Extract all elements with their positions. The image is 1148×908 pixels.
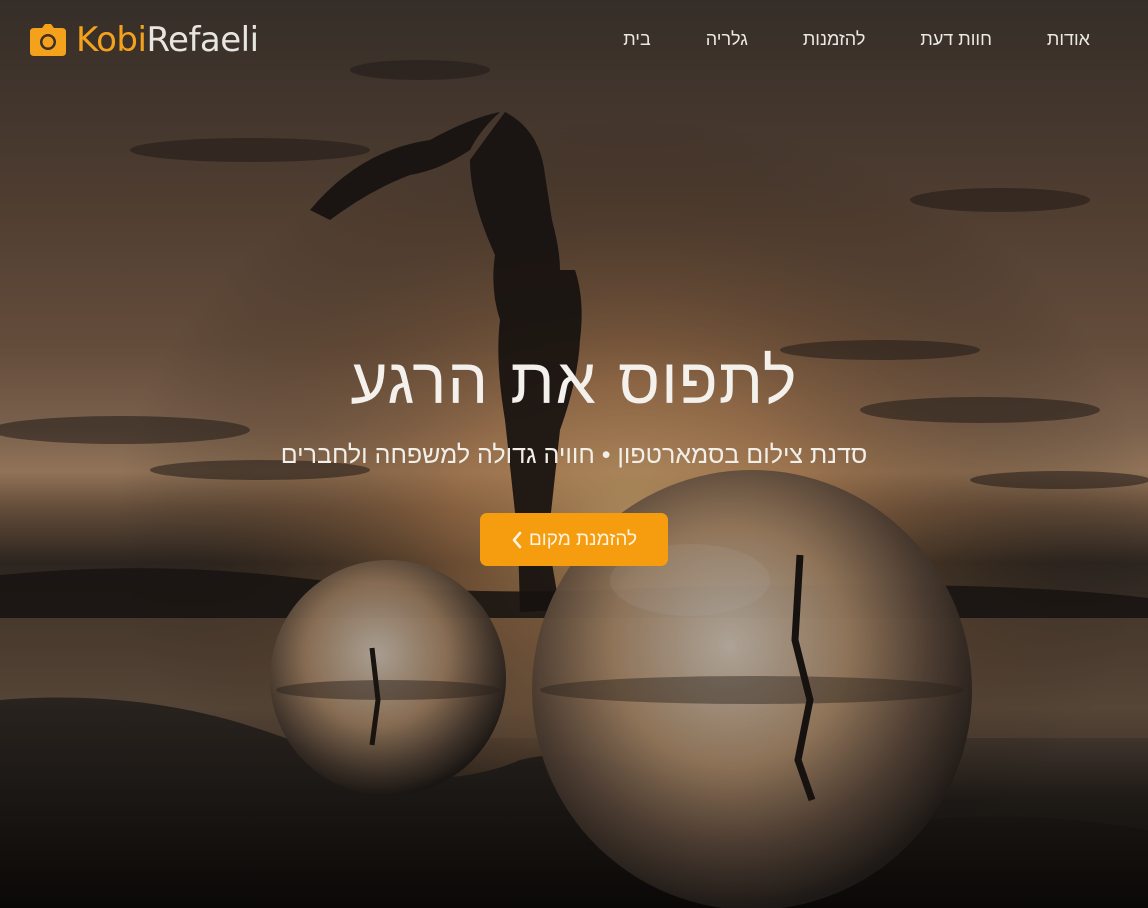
hero-section: KobiRefaeli בית גלריה להזמנות חוות דעת א… <box>0 0 1148 908</box>
brand-name-part1: Kobi <box>76 20 147 60</box>
hero-subtitle: סדנת צילום בסמארטפון • חוויה גדולה למשפח… <box>280 441 868 469</box>
main-nav: בית גלריה להזמנות חוות דעת אודות <box>623 26 1090 52</box>
hero-title: לתפוס את הרגע <box>350 345 798 419</box>
book-spot-button[interactable]: להזמנת מקום <box>480 513 668 566</box>
navbar: KobiRefaeli בית גלריה להזמנות חוות דעת א… <box>0 0 1148 80</box>
book-spot-button-label: להזמנת מקום <box>528 528 638 550</box>
nav-item-about[interactable]: אודות <box>1047 26 1090 52</box>
chevron-left-icon <box>512 531 522 548</box>
hero-content: לתפוס את הרגע סדנת צילום בסמארטפון • חוו… <box>0 340 1148 472</box>
nav-item-gallery[interactable]: גלריה <box>706 26 748 52</box>
nav-item-reviews[interactable]: חוות דעת <box>920 26 992 52</box>
brand-name: KobiRefaeli <box>76 18 259 62</box>
brand-name-part2: Refaeli <box>146 20 259 60</box>
nav-item-home[interactable]: בית <box>623 26 651 52</box>
camera-icon <box>30 24 66 56</box>
nav-item-booking[interactable]: להזמנות <box>803 26 866 52</box>
brand-logo-link[interactable]: KobiRefaeli <box>30 18 259 62</box>
